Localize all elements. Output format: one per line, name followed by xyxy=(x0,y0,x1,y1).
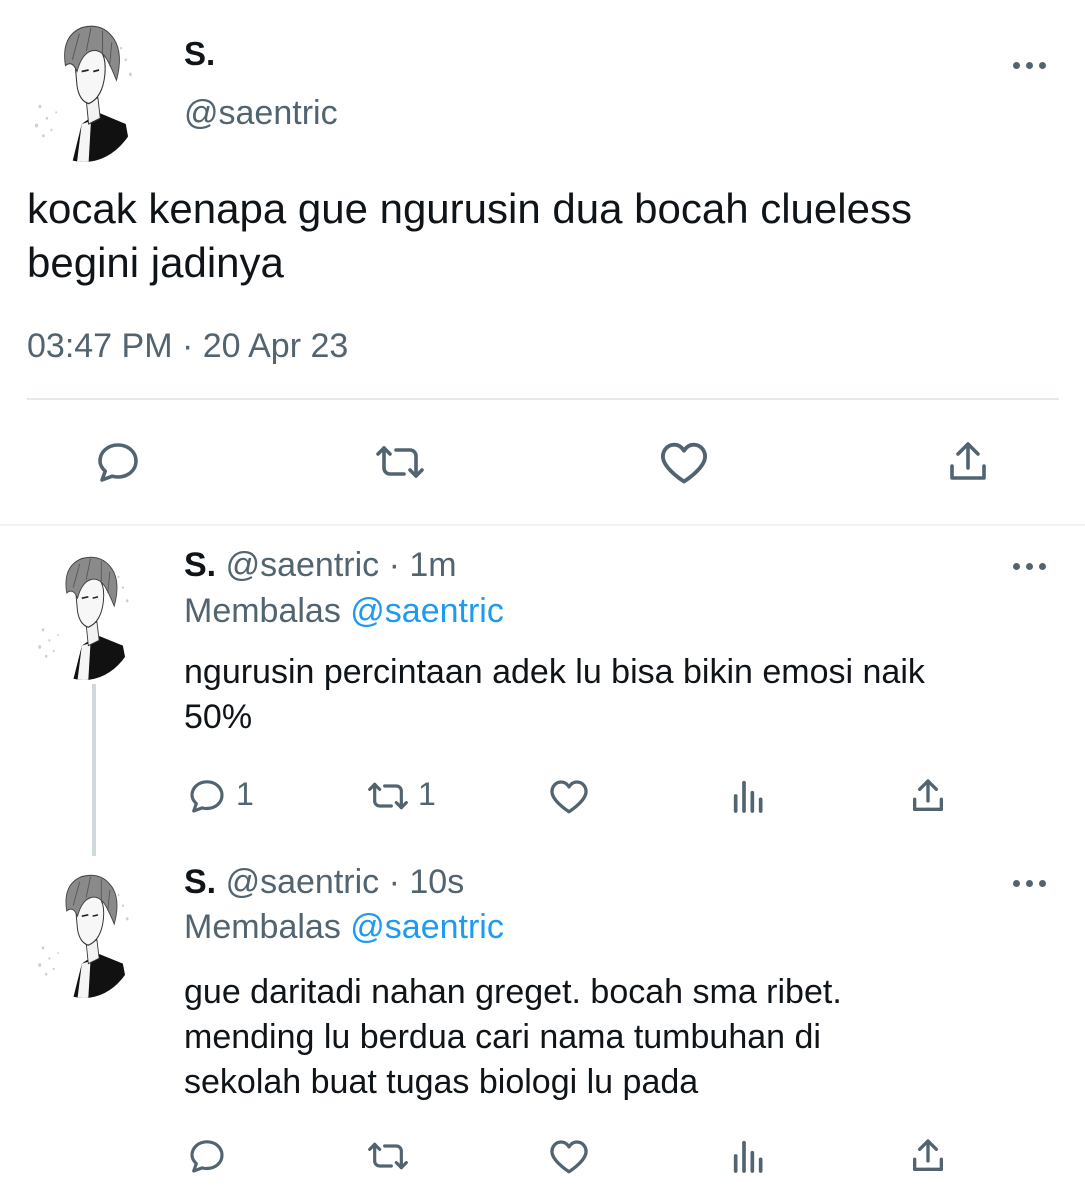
reply-icon[interactable] xyxy=(187,1136,227,1176)
reply-count: 1 xyxy=(236,776,254,812)
share-icon[interactable] xyxy=(908,776,948,816)
separator: · xyxy=(388,863,400,901)
tweet-text: kocak kenapa gue ngurusin dua bocah clue… xyxy=(27,182,1077,290)
section-divider xyxy=(0,524,1085,526)
replying-label: Membalas xyxy=(184,592,341,630)
reply-text: gue daritadi nahan greget. bocah sma rib… xyxy=(184,970,842,1105)
avatar[interactable] xyxy=(30,548,138,680)
reply-time[interactable]: 10s xyxy=(409,863,464,901)
divider xyxy=(27,398,1059,400)
replying-to-handle[interactable]: @saentric xyxy=(350,908,504,946)
reply-time[interactable]: 1m xyxy=(409,546,456,584)
replying-to-handle[interactable]: @saentric xyxy=(350,592,504,630)
avatar[interactable] xyxy=(26,16,142,162)
retweet-icon[interactable] xyxy=(370,438,430,486)
like-icon[interactable] xyxy=(548,776,590,816)
tweet-timestamp[interactable]: 03:47 PM · 20 Apr 23 xyxy=(27,327,348,366)
reply-header: S. @saentric · 10s xyxy=(184,863,464,902)
reply-text-line: 50% xyxy=(184,698,253,736)
share-icon[interactable] xyxy=(908,1136,948,1176)
avatar[interactable] xyxy=(30,866,138,998)
reply-text: ngurusin percintaan adek lu bisa bikin e… xyxy=(184,650,925,740)
handle[interactable]: @saentric xyxy=(226,863,380,901)
reply-text-line: gue daritadi nahan greget. bocah sma rib… xyxy=(184,973,842,1011)
replying-to: Membalas @saentric xyxy=(184,908,504,947)
like-icon[interactable] xyxy=(548,1136,590,1176)
analytics-icon[interactable] xyxy=(729,1136,769,1176)
analytics-icon[interactable] xyxy=(729,776,769,816)
more-options-icon[interactable] xyxy=(1013,563,1046,570)
handle[interactable]: @saentric xyxy=(184,94,338,133)
replying-label: Membalas xyxy=(184,908,341,946)
more-options-icon[interactable] xyxy=(1013,880,1046,887)
tweet-text-line: begini jadinya xyxy=(27,239,284,286)
tweet-text-line: kocak kenapa gue ngurusin dua bocah clue… xyxy=(27,185,912,232)
like-icon[interactable] xyxy=(658,438,710,486)
retweet-icon[interactable] xyxy=(362,776,414,816)
display-name[interactable]: S. xyxy=(184,863,216,901)
display-name[interactable]: S. xyxy=(184,546,216,584)
thread-line xyxy=(92,684,96,856)
retweet-count: 1 xyxy=(418,776,436,812)
reply-icon[interactable] xyxy=(94,438,142,486)
reply-text-line: mending lu berdua cari nama tumbuhan di xyxy=(184,1018,821,1056)
reply-text-line: ngurusin percintaan adek lu bisa bikin e… xyxy=(184,653,925,691)
reply-header: S. @saentric · 1m xyxy=(184,546,457,585)
retweet-icon[interactable] xyxy=(362,1136,414,1176)
separator: · xyxy=(388,546,400,584)
reply-icon[interactable] xyxy=(187,776,227,816)
share-icon[interactable] xyxy=(944,438,992,486)
reply-text-line: sekolah buat tugas biologi lu pada xyxy=(184,1063,699,1101)
more-options-icon[interactable] xyxy=(1013,62,1046,69)
replying-to: Membalas @saentric xyxy=(184,592,504,631)
display-name[interactable]: S. xyxy=(184,35,215,73)
handle[interactable]: @saentric xyxy=(226,546,380,584)
